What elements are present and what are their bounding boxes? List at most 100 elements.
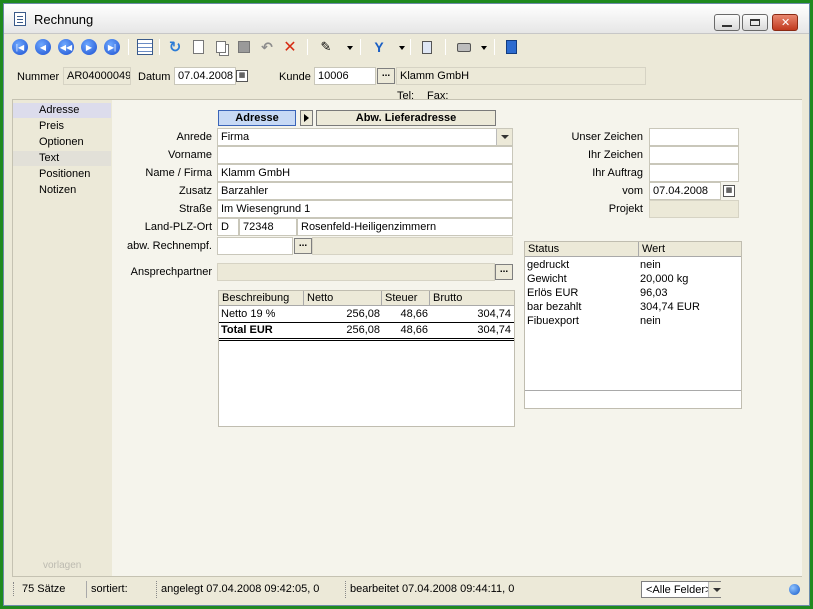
undo-icon[interactable]: ↶ bbox=[259, 39, 275, 55]
calendar-icon[interactable]: ▦ bbox=[723, 185, 735, 197]
book-icon[interactable] bbox=[503, 39, 519, 55]
tools-dropdown-arrow[interactable] bbox=[347, 46, 353, 50]
kunde-name-field: Klamm GmbH bbox=[396, 67, 646, 85]
status-table-divider bbox=[525, 390, 741, 391]
nummer-label: Nummer bbox=[17, 71, 60, 83]
column-header-steuer[interactable]: Steuer bbox=[382, 291, 430, 306]
close-button[interactable]: ✕ bbox=[772, 14, 798, 31]
status-key: Gewicht bbox=[527, 273, 567, 285]
refresh-icon[interactable]: ↻ bbox=[167, 39, 183, 56]
maximize-button[interactable] bbox=[742, 14, 768, 31]
status-key: Fibuexport bbox=[527, 315, 579, 327]
strasse-label: Straße bbox=[178, 203, 212, 215]
status-bar: 75 Sätze sortiert: angelegt 07.04.2008 0… bbox=[12, 581, 802, 598]
sidebar-item-positionen[interactable]: Positionen bbox=[13, 167, 111, 182]
land-plz-ort-label: Land-PLZ-Ort bbox=[144, 221, 212, 233]
calendar-icon[interactable]: ▦ bbox=[236, 70, 248, 82]
first-record-icon[interactable]: |◀ bbox=[12, 39, 28, 55]
title-bar: Rechnung ✕ bbox=[4, 4, 809, 34]
export-icon[interactable] bbox=[419, 39, 435, 55]
column-header-netto[interactable]: Netto bbox=[304, 291, 382, 306]
nummer-field[interactable]: AR04000049 bbox=[63, 67, 131, 85]
prev-record-icon[interactable]: ◀ bbox=[35, 39, 51, 55]
chevron-down-icon[interactable] bbox=[496, 129, 512, 145]
ansprechpartner-label: Ansprechpartner bbox=[130, 266, 212, 278]
ihr-auftrag-field[interactable] bbox=[649, 164, 739, 182]
toolbar-separator bbox=[494, 39, 495, 55]
filter-icon[interactable]: Y bbox=[371, 39, 387, 55]
vorname-label: Vorname bbox=[167, 149, 212, 161]
chevron-down-icon[interactable] bbox=[708, 582, 724, 597]
row-description: Netto 19 % bbox=[221, 308, 276, 320]
land-field[interactable]: D bbox=[217, 218, 239, 236]
toolbar-separator bbox=[128, 39, 129, 55]
tools-icon[interactable]: ✎ bbox=[318, 39, 334, 55]
tab-abw-lieferadresse[interactable]: Abw. Lieferadresse bbox=[316, 110, 496, 126]
abw-rechnempf-lookup-button[interactable]: ... bbox=[294, 238, 312, 254]
tab-arrow-icon[interactable] bbox=[300, 110, 313, 126]
sidebar: Adresse Preis Optionen Text Positionen N… bbox=[13, 100, 111, 576]
datum-field[interactable]: 07.04.2008 bbox=[174, 67, 236, 85]
copy-icon[interactable] bbox=[213, 39, 229, 55]
abw-rechnempf-label: abw. Rechnempf. bbox=[127, 240, 212, 252]
new-icon[interactable] bbox=[190, 39, 206, 55]
print-dropdown-arrow[interactable] bbox=[481, 46, 487, 50]
kunde-lookup-button[interactable]: ... bbox=[377, 68, 395, 84]
ansprechpartner-field[interactable] bbox=[217, 263, 495, 281]
maximize-icon bbox=[750, 19, 760, 26]
vom-field[interactable]: 07.04.2008 bbox=[649, 182, 721, 200]
abw-rechnempf-name-field bbox=[312, 237, 513, 255]
print-icon[interactable] bbox=[456, 39, 472, 55]
next-record-icon[interactable]: ▶ bbox=[81, 39, 97, 55]
save-icon[interactable] bbox=[236, 39, 252, 55]
anrede-label: Anrede bbox=[176, 131, 212, 143]
column-header-brutto[interactable]: Brutto bbox=[430, 291, 514, 306]
status-value: 304,74 EUR bbox=[640, 301, 700, 313]
table-view-icon[interactable] bbox=[137, 39, 153, 55]
total-description: Total EUR bbox=[221, 324, 273, 336]
sidebar-item-notizen[interactable]: Notizen bbox=[13, 183, 111, 198]
toolbar-separator bbox=[410, 39, 411, 55]
unser-zeichen-field[interactable] bbox=[649, 128, 739, 146]
column-header-status[interactable]: Status bbox=[525, 242, 639, 257]
status-key: gedruckt bbox=[527, 259, 570, 271]
edited-info: bearbeitet 07.04.2008 09:44:11, 0 bbox=[345, 581, 640, 598]
tab-adresse[interactable]: Adresse bbox=[218, 110, 296, 126]
created-info: angelegt 07.04.2008 09:42:05, 0 bbox=[156, 581, 343, 598]
status-key: bar bezahlt bbox=[527, 301, 582, 313]
abw-rechnempf-field[interactable] bbox=[217, 237, 293, 255]
toolbar-separator bbox=[445, 39, 446, 55]
main-area: Adresse Preis Optionen Text Positionen N… bbox=[12, 99, 802, 577]
column-header-beschreibung[interactable]: Beschreibung bbox=[219, 291, 304, 306]
invoice-window: Rechnung ✕ |◀ ◀ ◀◀ ▶ ▶| ↻ ↶ ✕ ✎ Y Nummer bbox=[3, 3, 810, 606]
delete-icon[interactable]: ✕ bbox=[282, 39, 298, 56]
datum-label: Datum bbox=[138, 71, 171, 83]
strasse-field[interactable]: Im Wiesengrund 1 bbox=[217, 200, 513, 218]
sidebar-item-text[interactable]: Text bbox=[13, 151, 111, 166]
filter-dropdown-arrow[interactable] bbox=[399, 46, 405, 50]
vorname-field[interactable] bbox=[217, 146, 513, 164]
sidebar-item-adresse[interactable]: Adresse bbox=[13, 103, 111, 118]
prev-page-icon[interactable]: ◀◀ bbox=[58, 39, 74, 55]
anrede-select[interactable]: Firma bbox=[217, 128, 513, 146]
vom-label: vom bbox=[622, 185, 643, 197]
toolbar-separator bbox=[307, 39, 308, 55]
last-record-icon[interactable]: ▶| bbox=[104, 39, 120, 55]
ihr-zeichen-field[interactable] bbox=[649, 146, 739, 164]
column-header-wert[interactable]: Wert bbox=[639, 242, 741, 257]
minimize-button[interactable] bbox=[714, 14, 740, 31]
status-grip bbox=[13, 582, 16, 596]
total-double-underline bbox=[219, 338, 514, 341]
zusatz-field[interactable]: Barzahler bbox=[217, 182, 513, 200]
plz-field[interactable]: 72348 bbox=[239, 218, 297, 236]
kunde-field[interactable]: 10006 bbox=[314, 67, 376, 85]
minimize-icon bbox=[722, 19, 732, 27]
sidebar-item-optionen[interactable]: Optionen bbox=[13, 135, 111, 150]
projekt-field[interactable] bbox=[649, 200, 739, 218]
name-field[interactable]: Klamm GmbH bbox=[217, 164, 513, 182]
ort-field[interactable]: Rosenfeld-Heiligenzimmern bbox=[297, 218, 513, 236]
ansprechpartner-lookup-button[interactable]: ... bbox=[495, 264, 513, 280]
total-steuer: 48,66 bbox=[400, 324, 428, 336]
globe-icon[interactable] bbox=[789, 584, 800, 595]
sidebar-item-preis[interactable]: Preis bbox=[13, 119, 111, 134]
